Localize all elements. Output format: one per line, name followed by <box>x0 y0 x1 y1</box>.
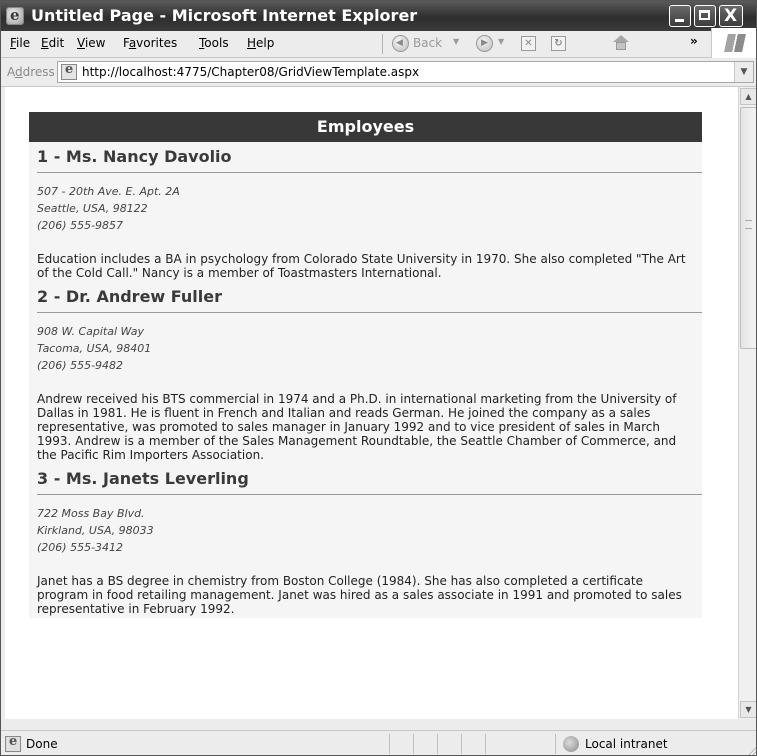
scroll-up-icon[interactable]: ▲ <box>740 88 756 105</box>
title-bar[interactable]: Untitled Page - Microsoft Internet Explo… <box>1 1 756 31</box>
window-title: Untitled Page - Microsoft Internet Explo… <box>31 6 418 25</box>
scrollbar-grip-icon <box>745 220 752 229</box>
employee-street: 908 W. Capital Way <box>37 325 145 338</box>
employee-notes: Janet has a BS degree in chemistry from … <box>37 574 682 616</box>
stop-icon[interactable]: ✕ <box>521 36 536 51</box>
menu-favorites[interactable]: Favorites <box>123 36 177 50</box>
forward-icon[interactable] <box>476 35 493 52</box>
menu-bar: File Edit View Favorites Tools Help Back… <box>1 31 756 58</box>
status-divider <box>413 734 414 754</box>
employee-notes: Andrew received his BTS commercial in 19… <box>37 392 677 462</box>
menu-edit[interactable]: Edit <box>41 36 64 50</box>
status-text: Done <box>26 737 58 751</box>
menu-tools[interactable]: Tools <box>199 36 229 50</box>
employee-name: 1 - Ms. Nancy Davolio <box>37 142 702 173</box>
employee-address: 908 W. Capital Way Tacoma, USA, 98401 (2… <box>37 323 694 374</box>
address-url[interactable]: http://localhost:4775/Chapter08/GridView… <box>82 65 419 79</box>
toolbar-overflow-chevron[interactable]: » <box>690 34 698 48</box>
vertical-scrollbar[interactable]: ▲ ▼ <box>738 87 756 719</box>
resize-grip-icon[interactable] <box>746 746 756 755</box>
menu-help[interactable]: Help <box>247 36 274 50</box>
forward-dropdown-icon[interactable]: ▼ <box>498 37 504 46</box>
employee-row: 3 - Ms. Janets Leverling 722 Moss Bay Bl… <box>29 464 702 618</box>
employee-row: 2 - Dr. Andrew Fuller 908 W. Capital Way… <box>29 282 702 464</box>
scroll-down-icon[interactable]: ▼ <box>740 701 756 718</box>
refresh-icon[interactable]: ↻ <box>551 36 566 51</box>
employee-address: 722 Moss Bay Blvd. Kirkland, USA, 98033 … <box>37 505 694 556</box>
address-input[interactable]: http://localhost:4775/Chapter08/GridView… <box>57 61 754 83</box>
home-icon[interactable] <box>613 35 629 51</box>
grid-header: Employees <box>29 112 702 142</box>
browser-window: Untitled Page - Microsoft Internet Explo… <box>0 0 757 756</box>
windows-logo-icon <box>711 28 756 59</box>
scrollbar-thumb[interactable] <box>740 107 756 349</box>
employee-phone: (206) 555-3412 <box>37 541 124 554</box>
employee-name: 3 - Ms. Janets Leverling <box>37 464 702 495</box>
employee-phone: (206) 555-9857 <box>37 219 124 232</box>
menu-file[interactable]: File <box>10 36 30 50</box>
employee-street: 507 - 20th Ave. E. Apt. 2A <box>37 185 180 198</box>
status-divider <box>437 734 438 754</box>
employee-name: 2 - Dr. Andrew Fuller <box>37 282 702 313</box>
security-zone-label[interactable]: Local intranet <box>585 737 668 751</box>
employee-street: 722 Moss Bay Blvd. <box>37 507 145 520</box>
ie-icon <box>6 6 24 25</box>
maximize-button[interactable] <box>694 5 716 27</box>
employee-address: 507 - 20th Ave. E. Apt. 2A Seattle, USA,… <box>37 183 694 234</box>
status-bar: Done Local intranet <box>1 730 756 755</box>
page-status-icon <box>5 734 21 752</box>
page-content: Employees 1 - Ms. Nancy Davolio 507 - 20… <box>5 87 738 719</box>
close-icon: X <box>724 6 738 26</box>
employee-notes: Education includes a BA in psychology fr… <box>37 252 686 280</box>
employees-gridview: Employees 1 - Ms. Nancy Davolio 507 - 20… <box>29 112 702 618</box>
minimize-button[interactable] <box>669 5 691 27</box>
close-button[interactable]: X <box>719 5 743 27</box>
address-dropdown-icon[interactable]: ▼ <box>734 62 753 82</box>
employee-city: Kirkland, USA, 98033 <box>37 524 154 537</box>
address-bar: Address http://localhost:4775/Chapter08/… <box>1 58 756 87</box>
status-divider <box>485 734 486 754</box>
page-icon <box>61 62 77 80</box>
employee-city: Seattle, USA, 98122 <box>37 202 148 215</box>
status-divider <box>461 734 462 754</box>
back-dropdown-icon[interactable]: ▼ <box>453 37 459 46</box>
back-button-label[interactable]: Back <box>413 36 442 50</box>
menu-view[interactable]: View <box>77 36 105 50</box>
employee-row: 1 - Ms. Nancy Davolio 507 - 20th Ave. E.… <box>29 142 702 282</box>
employee-phone: (206) 555-9482 <box>37 359 124 372</box>
toolbar-separator <box>382 34 383 54</box>
employee-city: Tacoma, USA, 98401 <box>37 342 152 355</box>
intranet-zone-icon[interactable] <box>563 736 579 752</box>
status-divider <box>389 734 390 754</box>
status-divider <box>555 734 556 754</box>
back-icon[interactable] <box>392 35 409 52</box>
address-label: Address <box>7 65 55 79</box>
